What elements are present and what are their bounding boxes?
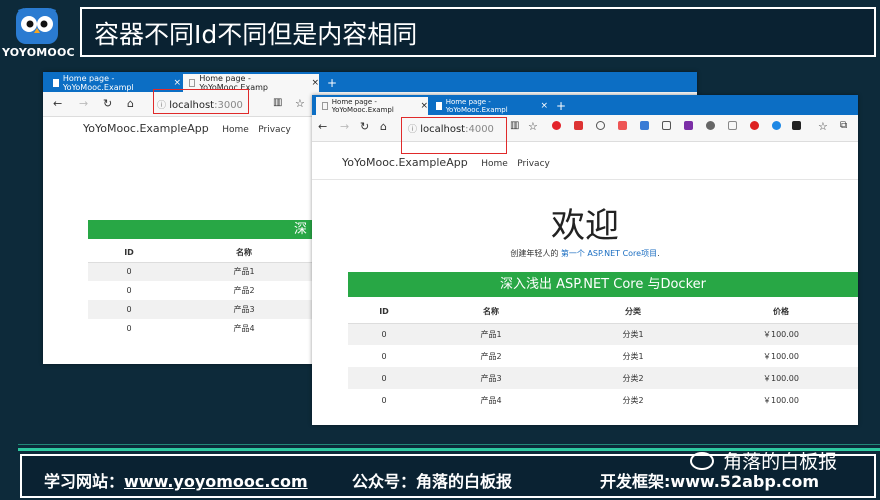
table-row: 0 产品3 (88, 300, 318, 319)
refresh-icon[interactable]: ↻ (360, 120, 369, 133)
table-row: 0 产品4 分类2 ￥100.00 (381, 395, 799, 405)
address-highlight-3000 (153, 89, 249, 114)
ext-black-icon[interactable] (792, 121, 801, 130)
column-header-id: ID (124, 248, 134, 258)
site-navbar: YoYoMooc.ExampleApp Home Privacy (83, 122, 291, 135)
forward-icon[interactable]: → (340, 120, 349, 133)
site-link[interactable]: www.yoyomooc.com (124, 472, 308, 491)
product-table: ID 名称 分类 价格 0 产品1 分类1 ￥100.00 0 产品2 分类1 ￥100.0… (348, 301, 858, 411)
table-row: 0 产品1 分类1 ￥100.00 (348, 323, 858, 345)
favorites-icon[interactable]: ☆ (818, 120, 828, 133)
browser-window-4000: Home page - YoYoMooc.Exampl × Home page … (312, 95, 858, 425)
column-header-name: 名称 (236, 248, 252, 258)
reading-view-icon[interactable]: ▥ (273, 97, 282, 108)
forward-icon[interactable]: → (79, 97, 88, 110)
favorite-star-icon[interactable]: ☆ (295, 97, 305, 110)
new-tab-button[interactable]: + (550, 97, 566, 115)
tab-1[interactable]: Home page - YoYoMooc.Exampl × (316, 97, 428, 115)
reading-view-icon[interactable]: ▥ (510, 120, 519, 131)
table-row: 0 产品3 分类2 ￥100.00 (348, 367, 858, 389)
site-navbar: YoYoMooc.ExampleApp Home Privacy (342, 156, 550, 169)
ext-gear-icon[interactable] (706, 121, 715, 130)
page-icon (436, 102, 442, 110)
footer-rule-thin (18, 444, 880, 445)
column-header-price: 价格 (773, 307, 789, 317)
navbar-divider (312, 179, 858, 180)
watermark: 角落的白板报 (690, 447, 837, 474)
page-banner: 深入 (88, 220, 318, 256)
ext-blue-icon[interactable] (772, 121, 781, 130)
owl-icon (16, 8, 58, 44)
adblock-icon[interactable] (750, 121, 759, 130)
yoyomooc-logo (10, 6, 64, 46)
back-icon[interactable]: ← (318, 120, 327, 133)
tab-strip: Home page - YoYoMooc.Exampl × Home page … (312, 95, 858, 115)
home-icon[interactable]: ⌂ (380, 120, 387, 133)
footer-site: 学习网站：www.yoyomooc.com (44, 472, 308, 491)
table-row: 0 产品2 (126, 286, 255, 295)
new-tab-button[interactable]: + (321, 74, 337, 92)
wechat-icon (690, 451, 714, 470)
home-icon[interactable]: ⌂ (127, 97, 134, 110)
logo-text: YOYOMOOC (2, 46, 75, 59)
nav-privacy[interactable]: Privacy (258, 125, 291, 135)
nav-home[interactable]: Home (222, 125, 249, 135)
site-brand[interactable]: YoYoMooc.ExampleApp (83, 122, 209, 135)
address-highlight-4000 (401, 117, 507, 154)
footer-wechat: 公众号：角落的白板报 (352, 472, 513, 491)
ext-link-icon[interactable] (618, 121, 627, 130)
tab-label: Home page - YoYoMooc.Exampl (62, 74, 134, 92)
share-icon[interactable]: ⧉ (840, 120, 847, 131)
welcome-subtitle: 创建年轻人的 第一个 ASP.NET Core项目. (510, 249, 660, 258)
ext-red-icon[interactable] (574, 121, 583, 130)
nav-privacy[interactable]: Privacy (517, 159, 550, 169)
ext-list-icon[interactable] (728, 121, 737, 130)
slide-title: 容器不同Id不同但是内容相同 (94, 20, 418, 49)
favorite-star-icon[interactable]: ☆ (528, 120, 538, 133)
ext-circle-icon[interactable] (596, 121, 605, 130)
close-icon[interactable]: × (173, 78, 181, 88)
close-icon[interactable]: × (311, 78, 319, 88)
page-icon (189, 79, 196, 87)
ext-doc-icon[interactable] (662, 121, 671, 130)
aspnet-link[interactable]: 第一个 ASP.NET Core项目 (561, 249, 657, 258)
table-row: 0 产品4 (126, 324, 255, 333)
site-brand[interactable]: YoYoMooc.ExampleApp (342, 156, 468, 169)
page-banner: 深入浅出 ASP.NET Core 与Docker (348, 272, 858, 297)
back-icon[interactable]: ← (53, 97, 62, 110)
page-icon (53, 79, 59, 87)
onenote-icon[interactable] (684, 121, 693, 130)
column-header-category: 分类 (625, 307, 641, 317)
close-icon[interactable]: × (420, 101, 428, 111)
slide-title-box: 容器不同Id不同但是内容相同 (80, 7, 876, 57)
tab-2[interactable]: Home page - YoYoMooc.Exampl × (430, 97, 548, 115)
column-header-id: ID (379, 307, 389, 317)
nav-home[interactable]: Home (481, 159, 508, 169)
column-header-name: 名称 (483, 307, 499, 317)
refresh-icon[interactable]: ↻ (103, 97, 112, 110)
close-icon[interactable]: × (540, 101, 548, 111)
opera-icon[interactable] (552, 121, 561, 130)
table-row: 0 产品2 分类1 ￥100.00 (381, 351, 799, 361)
framework-link[interactable]: www.52abp.com (670, 472, 819, 491)
table-row: 0 产品1 (88, 262, 318, 281)
ext-translate-icon[interactable] (640, 121, 649, 130)
product-table: ID 名称 0 产品1 0 产品2 0 产品3 0 产品4 (88, 244, 318, 338)
tab-label: Home page - YoYoMooc.Exampl (445, 98, 508, 114)
tab-label: Home page - YoYoMooc.Exampl (331, 98, 394, 114)
browser-toolbar: ← → ↻ ⌂ ⓘ localhost:4000 ▥ ☆ ☆ ⧉ (312, 115, 858, 142)
page-icon (322, 102, 328, 110)
tab-strip: Home page - YoYoMooc.Exampl × Home page … (43, 72, 697, 92)
welcome-heading: 欢迎 (551, 206, 619, 246)
